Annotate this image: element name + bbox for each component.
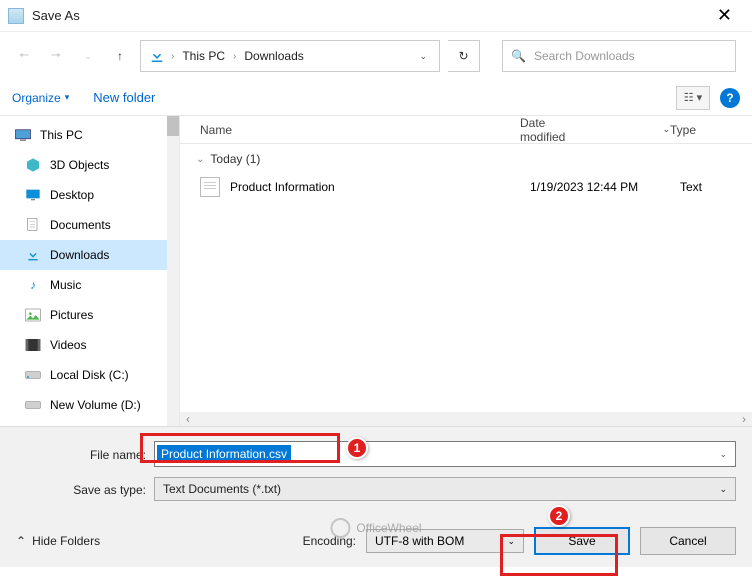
refresh-button[interactable]: ↻	[448, 40, 480, 72]
window-title: Save As	[32, 8, 705, 23]
scroll-left-icon[interactable]: ‹	[180, 412, 196, 426]
encoding-select[interactable]: UTF-8 with BOM ⌄	[366, 529, 524, 553]
downloads-icon	[24, 246, 42, 264]
scroll-right-icon[interactable]: ›	[736, 412, 752, 426]
videos-icon	[24, 336, 42, 354]
save-panel: File name: Product Information.csv ⌄ Sav…	[0, 426, 752, 521]
sidebar-item-new-volume[interactable]: New Volume (D:)	[0, 390, 179, 420]
sidebar-item-music[interactable]: ♪Music	[0, 270, 179, 300]
view-options-button[interactable]: ☷ ▾	[676, 86, 710, 110]
annotation-badge-2: 2	[548, 505, 570, 527]
horizontal-scrollbar[interactable]: ‹ ›	[180, 412, 752, 426]
sidebar-item-documents[interactable]: Documents	[0, 210, 179, 240]
documents-icon	[24, 216, 42, 234]
chevron-down-icon: ⌄	[662, 124, 670, 135]
chevron-right-icon: ›	[233, 51, 236, 62]
search-icon: 🔍	[511, 49, 526, 63]
cube-icon	[24, 156, 42, 174]
filename-value: Product Information.csv	[157, 445, 291, 463]
chevron-down-icon[interactable]: ⌄	[711, 449, 735, 460]
titlebar: Save As ✕	[0, 0, 752, 32]
pictures-icon	[24, 306, 42, 324]
sidebar-item-this-pc[interactable]: This PC	[0, 120, 179, 150]
disk-icon	[24, 366, 42, 384]
downloads-icon	[147, 46, 167, 66]
file-date: 1/19/2023 12:44 PM	[530, 180, 680, 194]
encoding-label: Encoding:	[303, 534, 356, 548]
recent-dropdown[interactable]: ⌄	[76, 44, 100, 68]
window-icon	[8, 8, 24, 24]
forward-button[interactable]: 🠖	[44, 44, 68, 68]
file-type: Text	[680, 180, 752, 194]
close-icon[interactable]: ✕	[705, 1, 744, 30]
up-button[interactable]: ↑	[108, 44, 132, 68]
music-icon: ♪	[24, 276, 42, 294]
bottom-bar: ⌃ Hide Folders Encoding: UTF-8 with BOM …	[0, 521, 752, 567]
organize-menu[interactable]: Organize▾	[12, 91, 69, 105]
chevron-down-icon[interactable]: ⌄	[413, 51, 433, 62]
chevron-down-icon: ⌄	[196, 154, 204, 165]
body: This PC 3D Objects Desktop Documents Dow…	[0, 116, 752, 426]
hide-folders-button[interactable]: ⌃ Hide Folders	[16, 534, 100, 548]
sidebar-item-videos[interactable]: Videos	[0, 330, 179, 360]
text-file-icon	[200, 177, 220, 197]
filename-input[interactable]: Product Information.csv ⌄	[154, 441, 736, 467]
new-folder-button[interactable]: New folder	[93, 90, 155, 105]
sidebar-item-pictures[interactable]: Pictures	[0, 300, 179, 330]
pc-icon	[14, 126, 32, 144]
search-placeholder: Search Downloads	[534, 49, 635, 63]
sidebar-item-local-disk[interactable]: Local Disk (C:)	[0, 360, 179, 390]
chevron-down-icon: ⌄	[719, 484, 727, 495]
desktop-icon	[24, 186, 42, 204]
search-input[interactable]: 🔍 Search Downloads	[502, 40, 736, 72]
navbar: 🠔 🠖 ⌄ ↑ › This PC › Downloads ⌄ ↻ 🔍 Sear…	[0, 32, 752, 80]
breadcrumb[interactable]: › This PC › Downloads ⌄	[140, 40, 440, 72]
help-button[interactable]: ?	[720, 88, 740, 108]
file-name: Product Information	[230, 180, 530, 194]
breadcrumb-item[interactable]: This PC	[178, 47, 229, 65]
cancel-button[interactable]: Cancel	[640, 527, 736, 555]
group-header[interactable]: ⌄ Today (1)	[180, 144, 752, 170]
sidebar: This PC 3D Objects Desktop Documents Dow…	[0, 116, 180, 426]
sidebar-item-3d-objects[interactable]: 3D Objects	[0, 150, 179, 180]
sidebar-item-desktop[interactable]: Desktop	[0, 180, 179, 210]
disk-icon	[24, 396, 42, 414]
col-type[interactable]: Type	[670, 123, 752, 137]
save-button[interactable]: Save	[534, 527, 630, 555]
file-list: Name Date modified⌄ Type ⌄ Today (1) Pro…	[180, 116, 752, 426]
filename-label: File name:	[16, 446, 146, 462]
back-button[interactable]: 🠔	[12, 44, 36, 68]
col-name[interactable]: Name	[200, 123, 520, 137]
annotation-badge-1: 1	[346, 437, 368, 459]
sidebar-item-downloads[interactable]: Downloads	[0, 240, 179, 270]
chevron-up-icon: ⌃	[16, 534, 26, 548]
save-as-type-select[interactable]: Text Documents (*.txt) ⌄	[154, 477, 736, 501]
chevron-down-icon: ▾	[65, 92, 70, 103]
sidebar-scrollbar[interactable]	[167, 116, 179, 426]
col-date[interactable]: Date modified⌄	[520, 116, 670, 144]
save-as-type-label: Save as type:	[16, 481, 146, 497]
chevron-right-icon: ›	[171, 51, 174, 62]
breadcrumb-item[interactable]: Downloads	[240, 47, 307, 65]
chevron-down-icon: ⌄	[507, 536, 515, 547]
toolbar: Organize▾ New folder ☷ ▾ ?	[0, 80, 752, 116]
file-row[interactable]: Product Information 1/19/2023 12:44 PM T…	[180, 170, 752, 204]
column-headers: Name Date modified⌄ Type	[180, 116, 752, 144]
